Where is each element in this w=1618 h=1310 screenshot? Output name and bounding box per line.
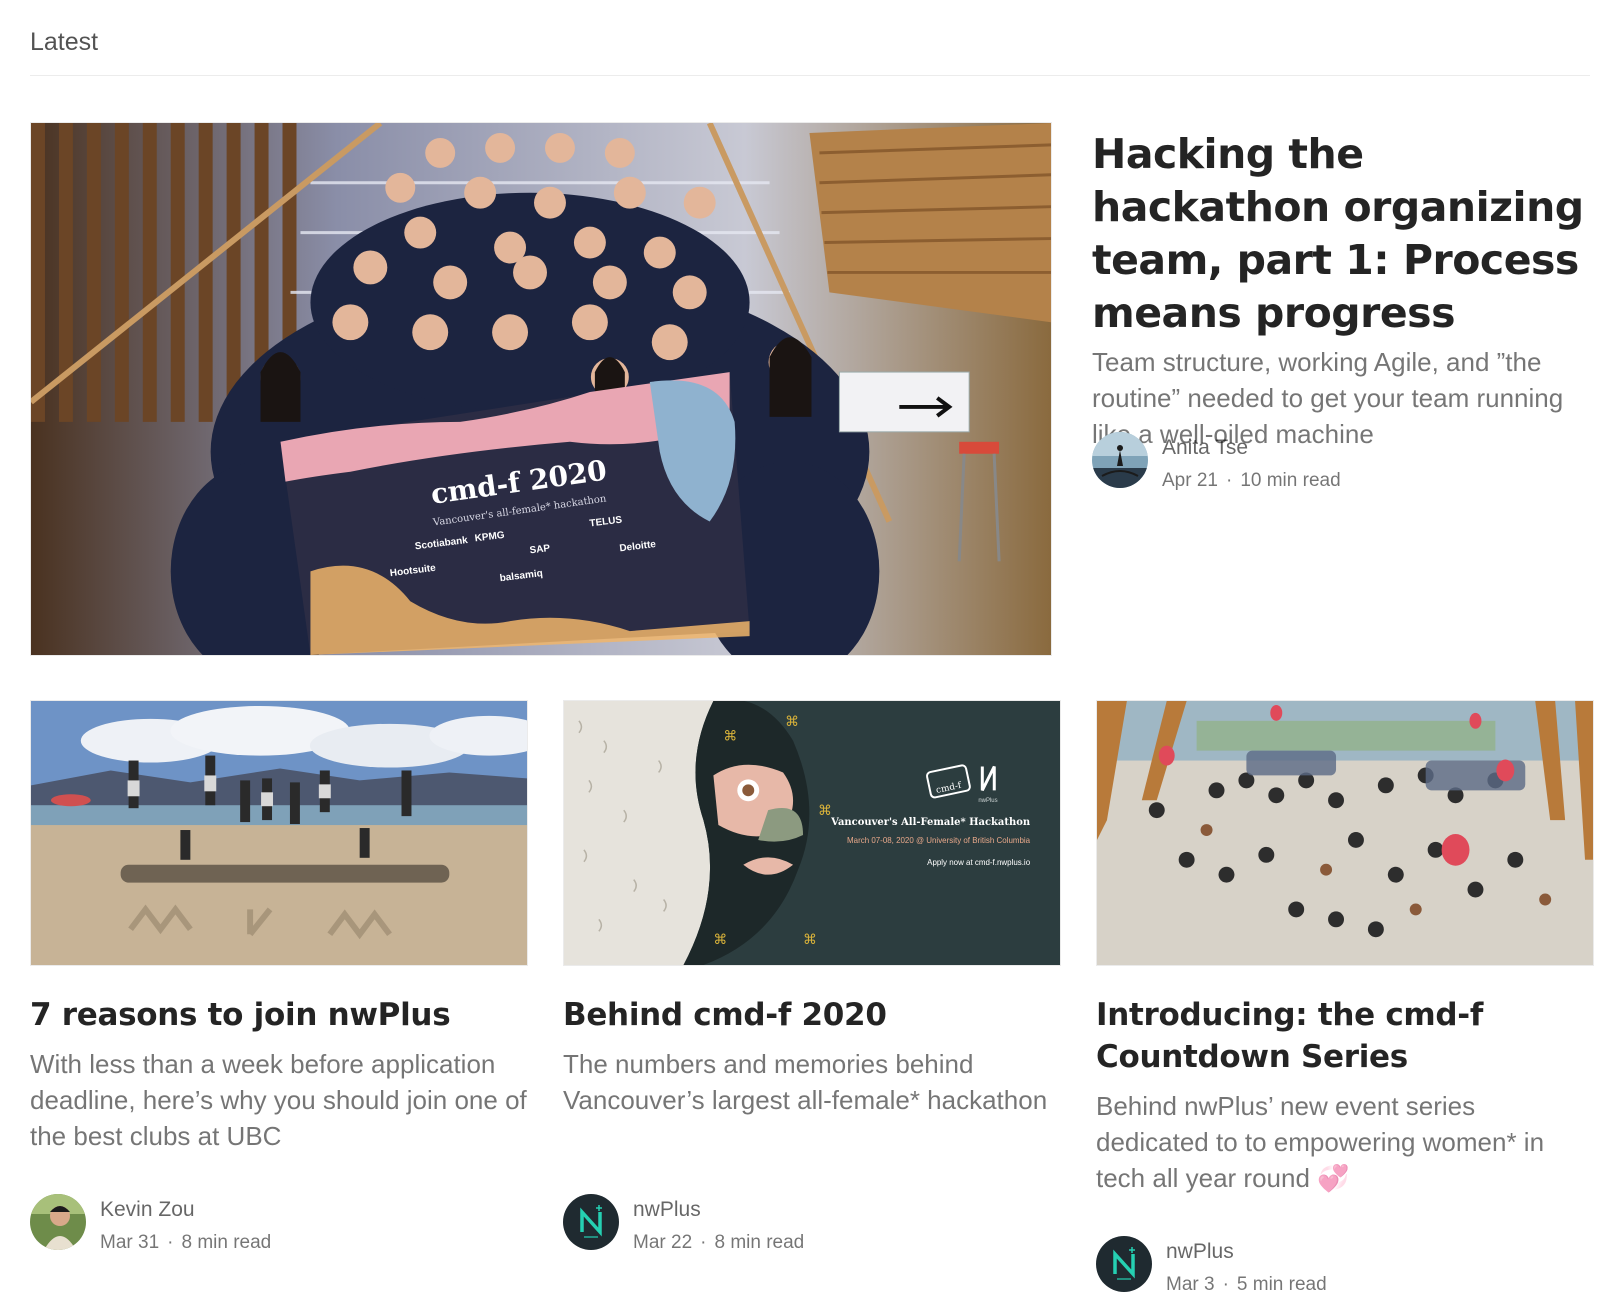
author-avatar[interactable]: [1092, 432, 1148, 488]
post-card-title[interactable]: 7 reasons to join nwPlus: [30, 994, 528, 1036]
card-image-beach[interactable]: [30, 700, 528, 966]
post-card-subtitle[interactable]: With less than a week before application…: [30, 1046, 528, 1154]
poster-dateline: March 07-08, 2020 @ University of Britis…: [847, 836, 1031, 845]
post-meta: Mar 3 · 5 min read: [1166, 1270, 1327, 1300]
svg-text:⌘: ⌘: [713, 932, 727, 948]
featured-post-title[interactable]: Hacking the hackathon organizing team, p…: [1092, 128, 1592, 340]
post-date: Apr 21: [1162, 470, 1218, 491]
post-card-subtitle[interactable]: Behind nwPlus’ new event series dedicate…: [1096, 1088, 1594, 1196]
post-date: Mar 22: [633, 1232, 693, 1253]
avatar-kevin-image: [30, 1194, 86, 1250]
author-name[interactable]: nwPlus: [1166, 1237, 1327, 1267]
read-time: 8 min read: [714, 1232, 805, 1253]
post-meta: Mar 22 · 8 min read: [633, 1228, 804, 1258]
author-avatar[interactable]: [563, 1194, 619, 1250]
post-card-1-byline: Kevin Zou Mar 31 · 8 min read: [30, 1194, 271, 1258]
post-card-3: Introducing: the cmd-f Countdown Series …: [1096, 994, 1594, 1196]
post-date: Mar 3: [1166, 1274, 1215, 1295]
author-name[interactable]: Anita Tse: [1162, 433, 1341, 463]
separator-dot: ·: [167, 1232, 174, 1253]
card-image-poster[interactable]: ⌘ ⌘ ⌘ ⌘ ⌘ cmd-f nwPlus Vancouver's All-Fema…: [563, 700, 1061, 966]
author-avatar[interactable]: [1096, 1236, 1152, 1292]
poster-cta: Apply now at cmd-f.nwplus.io: [927, 858, 1031, 867]
post-card-2-byline: nwPlus Mar 22 · 8 min read: [563, 1194, 804, 1258]
post-card-1: 7 reasons to join nwPlus With less than …: [30, 994, 528, 1154]
separator-dot: ·: [1222, 1274, 1229, 1295]
poster-headline: Vancouver's All-Female* Hackathon: [830, 817, 1030, 828]
avatar-anita-image: [1092, 432, 1148, 488]
read-time: 10 min read: [1240, 470, 1341, 491]
separator-dot: ·: [1225, 470, 1233, 491]
read-time: 5 min read: [1236, 1274, 1327, 1295]
separator-dot: ·: [700, 1232, 707, 1253]
post-card-2: Behind cmd-f 2020 The numbers and memori…: [563, 994, 1061, 1118]
featured-post-byline: Anita Tse Apr 21 · 10 min read: [1092, 432, 1341, 496]
author-avatar[interactable]: [30, 1194, 86, 1250]
poster-brand-text: nwPlus: [978, 798, 997, 804]
nwplus-logo-icon: [563, 1194, 619, 1250]
beach-photo-illustration: [31, 701, 527, 965]
post-meta: Mar 31 · 8 min read: [100, 1228, 271, 1258]
read-time: 8 min read: [181, 1232, 272, 1253]
post-meta: Apr 21 · 10 min read: [1162, 466, 1341, 496]
svg-text:⌘: ⌘: [818, 803, 832, 819]
featured-post: Hacking the hackathon organizing team, p…: [1092, 128, 1592, 452]
event-photo-illustration: [1097, 701, 1593, 965]
cmdf-poster-illustration: ⌘⌘⌘ ⌘ ⌘ cmd-f nwPlus Vancouver's All-Fema…: [564, 701, 1060, 965]
svg-text:⌘: ⌘: [803, 932, 817, 948]
post-card-3-byline: nwPlus Mar 3 · 5 min read: [1096, 1236, 1327, 1300]
post-date: Mar 31: [100, 1232, 160, 1253]
svg-text:⌘: ⌘: [723, 729, 737, 745]
author-name[interactable]: nwPlus: [633, 1195, 804, 1225]
svg-text:⌘: ⌘: [785, 714, 799, 730]
post-card-subtitle[interactable]: The numbers and memories behind Vancouve…: [563, 1046, 1061, 1118]
team-photo-illustration: cmd-f 2020 Vancouver's all-female* hacka…: [31, 123, 1051, 655]
nwplus-logo-icon: [1096, 1236, 1152, 1292]
author-name[interactable]: Kevin Zou: [100, 1195, 271, 1225]
card-image-event[interactable]: [1096, 700, 1594, 966]
post-card-title[interactable]: Introducing: the cmd-f Countdown Series: [1096, 994, 1594, 1078]
featured-post-image[interactable]: cmd-f 2020 Vancouver's all-female* hacka…: [30, 122, 1052, 656]
section-header: Latest: [30, 22, 1590, 76]
post-card-title[interactable]: Behind cmd-f 2020: [563, 994, 1061, 1036]
section-title: Latest: [30, 28, 99, 56]
